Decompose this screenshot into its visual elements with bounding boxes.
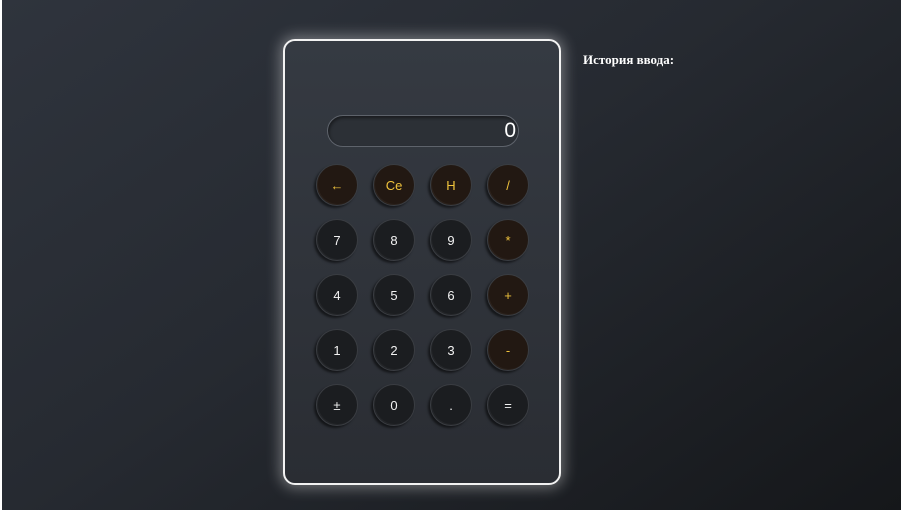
decimal-key[interactable]: . bbox=[430, 384, 472, 426]
digit-2-key[interactable]: 2 bbox=[373, 329, 415, 371]
calculator-display: 0 bbox=[327, 115, 519, 147]
page-background: 0 ← Ce H / 7 8 9 * 4 5 6 +1 2 3- ±0. = История ввода: bbox=[2, 0, 901, 510]
digit-0-key[interactable]: 0 bbox=[373, 384, 415, 426]
digit-5-key[interactable]: 5 bbox=[373, 274, 415, 316]
display-value: 0 bbox=[504, 119, 516, 142]
divide-key[interactable]: / bbox=[487, 164, 529, 206]
add-key[interactable]: + bbox=[487, 274, 529, 316]
equals-key[interactable]: = bbox=[487, 384, 529, 426]
digit-6-key[interactable]: 6 bbox=[430, 274, 472, 316]
clear-entry-key[interactable]: Ce bbox=[373, 164, 415, 206]
digit-4-key[interactable]: 4 bbox=[316, 274, 358, 316]
keypad: ← Ce H / 7 8 9 * 4 5 6 +1 2 3- ±0. = bbox=[316, 164, 529, 426]
digit-9-key[interactable]: 9 bbox=[430, 219, 472, 261]
subtract-key[interactable]: - bbox=[487, 329, 529, 371]
digit-3-key[interactable]: 3 bbox=[430, 329, 472, 371]
digit-1-key[interactable]: 1 bbox=[316, 329, 358, 371]
history-key[interactable]: H bbox=[430, 164, 472, 206]
history-title: История ввода: bbox=[583, 52, 675, 67]
digit-8-key[interactable]: 8 bbox=[373, 219, 415, 261]
sign-toggle-key[interactable]: ± bbox=[316, 384, 358, 426]
multiply-key[interactable]: * bbox=[487, 219, 529, 261]
calculator-panel: 0 ← Ce H / 7 8 9 * 4 5 6 +1 2 3- ±0. = bbox=[283, 39, 561, 485]
backspace-key[interactable]: ← bbox=[316, 164, 358, 206]
digit-7-key[interactable]: 7 bbox=[316, 219, 358, 261]
